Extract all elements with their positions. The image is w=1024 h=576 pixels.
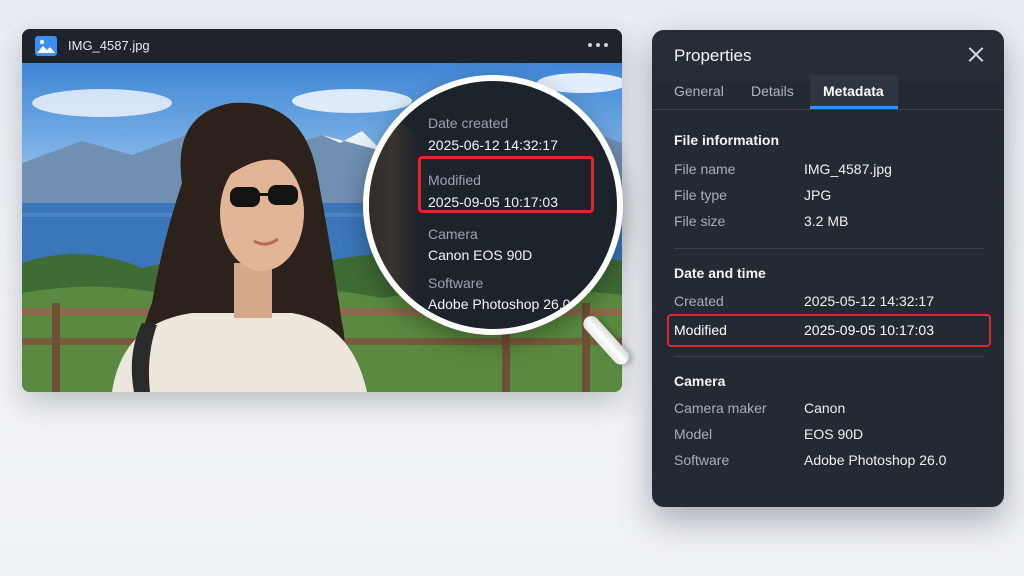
label-modified: Modified xyxy=(674,322,727,338)
image-icon xyxy=(35,36,57,56)
mag-label-date-created: Date created xyxy=(428,115,509,131)
value-created: 2025-05-12 14:32:17 xyxy=(804,293,934,309)
value-camera-maker: Canon xyxy=(804,400,846,416)
panel-tabs: General Details Metadata xyxy=(652,75,1004,110)
panel-title: Properties xyxy=(674,46,752,65)
value-file-name: IMG_4587.jpg xyxy=(804,161,892,177)
label-model: Model xyxy=(674,426,713,442)
close-icon[interactable] xyxy=(968,46,984,62)
mag-label-camera: Camera xyxy=(428,226,478,242)
value-modified: 2025-09-05 10:17:03 xyxy=(804,322,934,338)
section-date-and-time: Date and time xyxy=(674,265,766,281)
properties-panel: Properties General Details Metadata File… xyxy=(652,30,1004,507)
magnifier-lens: Date created 2025-06-12 14:32:17 Modifie… xyxy=(363,75,623,335)
value-file-size: 3.2 MB xyxy=(804,213,849,229)
tab-details[interactable]: Details xyxy=(751,83,794,99)
value-file-type: JPG xyxy=(804,187,832,203)
mag-value-date-created: 2025-06-12 14:32:17 xyxy=(428,137,558,153)
label-software: Software xyxy=(674,452,730,468)
label-camera-maker: Camera maker xyxy=(674,400,767,416)
label-file-type: File type xyxy=(674,187,727,203)
value-model: EOS 90D xyxy=(804,426,864,442)
tab-general[interactable]: General xyxy=(674,83,724,99)
mag-value-modified: 2025-09-05 10:17:03 xyxy=(428,194,558,210)
label-file-size: File size xyxy=(674,213,726,229)
section-camera: Camera xyxy=(674,373,726,389)
mag-value-camera: Canon EOS 90D xyxy=(428,247,533,263)
viewer-filename: IMG_4587.jpg xyxy=(68,38,150,53)
mag-label-modified: Modified xyxy=(428,172,481,188)
mag-value-software: Adobe Photoshop 26.0 xyxy=(428,296,571,312)
section-file-information: File information xyxy=(674,132,779,148)
mag-label-software: Software xyxy=(428,275,484,291)
viewer-title-bar: IMG_4587.jpg xyxy=(22,29,622,63)
label-created: Created xyxy=(674,293,724,309)
more-options-icon[interactable] xyxy=(588,43,608,47)
tab-active-indicator xyxy=(810,106,898,109)
label-file-name: File name xyxy=(674,161,736,177)
divider xyxy=(674,356,984,357)
divider xyxy=(674,248,984,249)
tab-metadata[interactable]: Metadata xyxy=(823,83,884,99)
value-software: Adobe Photoshop 26.0 xyxy=(804,452,947,468)
magnified-hair xyxy=(369,121,419,329)
